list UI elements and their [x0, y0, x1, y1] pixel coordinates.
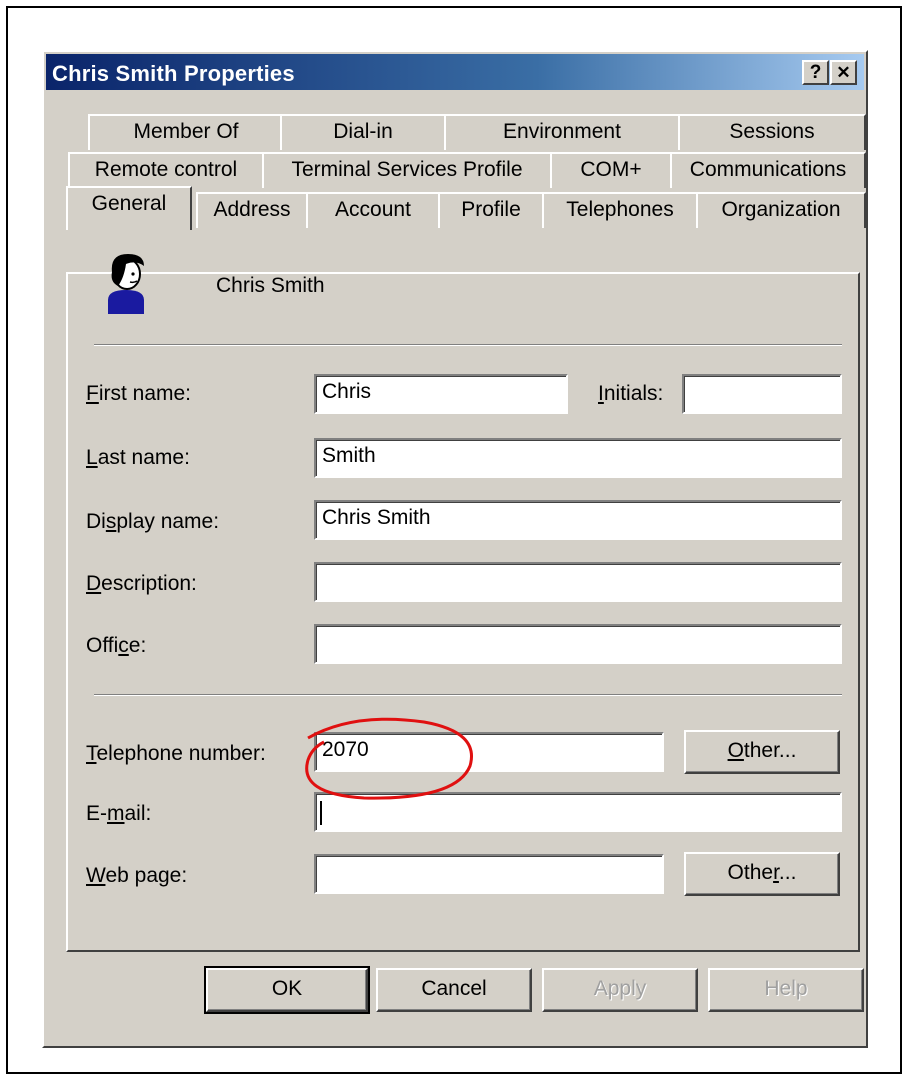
- display-name-label: Display name:: [86, 510, 220, 533]
- tab-com-plus[interactable]: COM+: [550, 152, 672, 188]
- separator-top: [94, 344, 842, 346]
- web-page-field[interactable]: [314, 854, 664, 894]
- telephone-label: Telephone number:: [86, 742, 266, 765]
- last-name-label: Last name:: [86, 446, 190, 469]
- tab-remote-control[interactable]: Remote control: [68, 152, 264, 188]
- display-name-field[interactable]: Chris Smith: [314, 500, 842, 540]
- tab-communications[interactable]: Communications: [670, 152, 866, 188]
- cancel-button[interactable]: Cancel: [376, 968, 532, 1012]
- window-title: Chris Smith Properties: [52, 61, 295, 86]
- tab-environment[interactable]: Environment: [444, 114, 680, 150]
- web-page-label: Web page:: [86, 864, 188, 887]
- annotation-circle: [305, 717, 473, 800]
- tab-general[interactable]: General: [66, 186, 192, 230]
- ok-button[interactable]: OK: [204, 966, 370, 1014]
- tab-sessions[interactable]: Sessions: [678, 114, 866, 150]
- close-button[interactable]: ✕: [830, 60, 857, 85]
- tab-telephones[interactable]: Telephones: [542, 192, 698, 228]
- tab-profile[interactable]: Profile: [438, 192, 544, 228]
- properties-dialog: Chris Smith Properties ? ✕ Member Of Dia…: [42, 50, 868, 1048]
- user-display-name: Chris Smith: [216, 274, 325, 297]
- first-name-field[interactable]: Chris: [314, 374, 568, 414]
- tab-dial-in[interactable]: Dial-in: [280, 114, 446, 150]
- last-name-field[interactable]: Smith: [314, 438, 842, 478]
- description-field[interactable]: [314, 562, 842, 602]
- help-button[interactable]: ?: [802, 60, 829, 85]
- web-page-other-button[interactable]: Other...: [684, 852, 840, 896]
- initials-label: Initials:: [598, 382, 664, 405]
- tab-address[interactable]: Address: [196, 192, 308, 228]
- initials-field[interactable]: [682, 374, 842, 414]
- first-name-label: First name:: [86, 382, 192, 405]
- apply-button[interactable]: Apply: [542, 968, 698, 1012]
- title-bar[interactable]: Chris Smith Properties ? ✕: [46, 54, 864, 90]
- email-label: E-mail:: [86, 802, 152, 825]
- tab-account[interactable]: Account: [306, 192, 440, 228]
- tab-organization[interactable]: Organization: [696, 192, 866, 228]
- telephone-other-button[interactable]: Other...: [684, 730, 840, 774]
- separator-bottom: [94, 694, 842, 696]
- office-field[interactable]: [314, 624, 842, 664]
- user-icon: [108, 254, 144, 314]
- tab-member-of[interactable]: Member Of: [88, 114, 284, 150]
- description-label: Description:: [86, 572, 197, 595]
- tab-terminal-services-profile[interactable]: Terminal Services Profile: [262, 152, 552, 188]
- office-label: Office:: [86, 634, 147, 657]
- help-dialog-button[interactable]: Help: [708, 968, 864, 1012]
